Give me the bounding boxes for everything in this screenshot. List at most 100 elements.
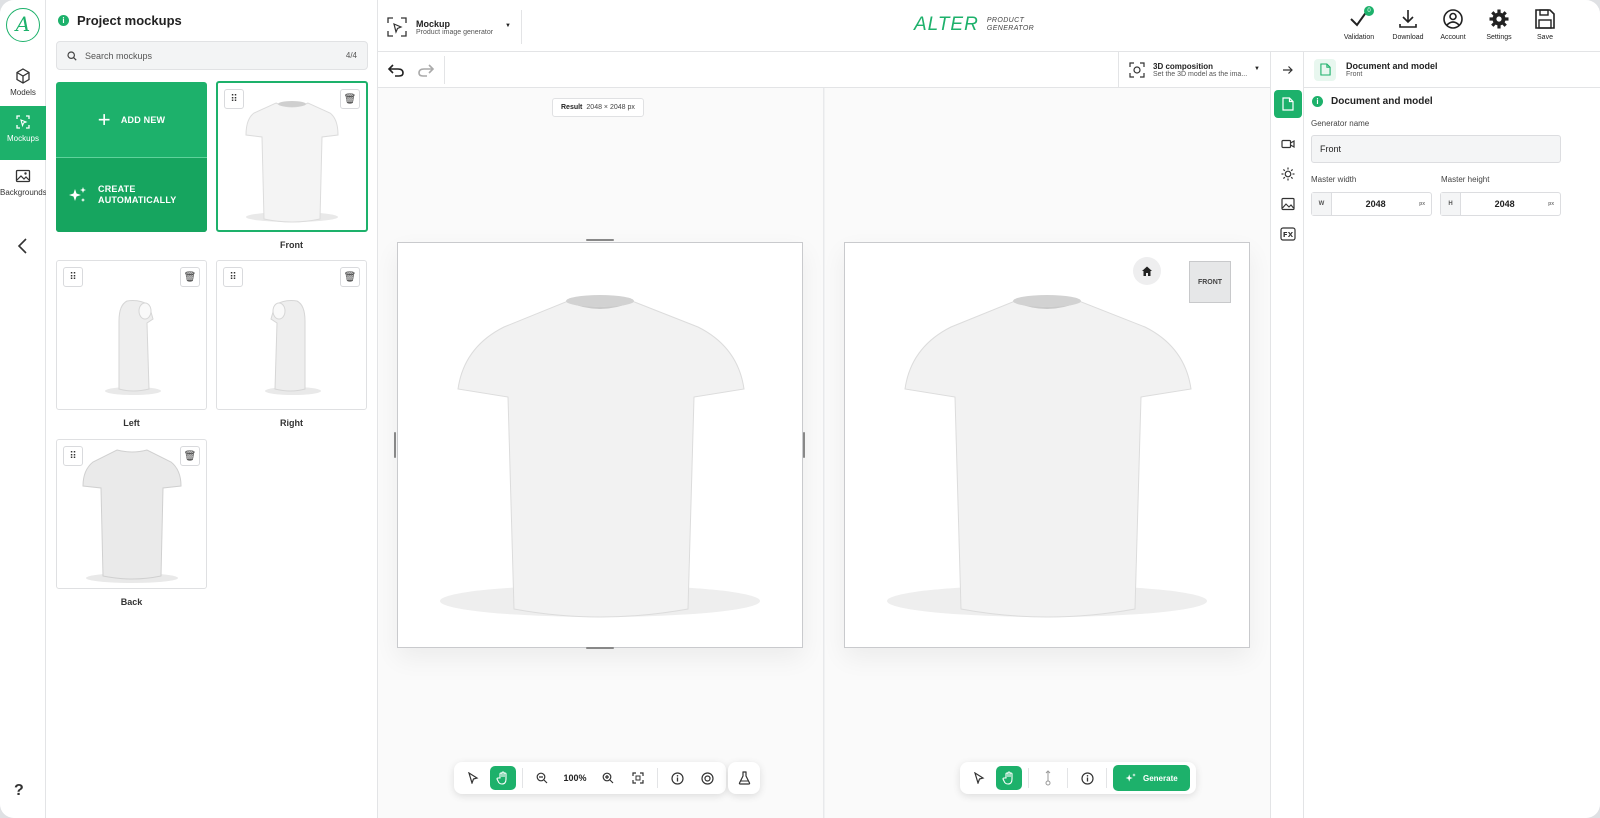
info-icon[interactable]: i [1312, 96, 1323, 107]
download-label: Download [1392, 34, 1424, 41]
3d-document[interactable]: FRONT [844, 242, 1250, 648]
drag-handle-icon[interactable]: ⠿ [223, 267, 243, 287]
video-camera-icon [1281, 139, 1295, 149]
mockup-card-right[interactable]: ⠿ 🗑 [216, 260, 367, 410]
tab-document[interactable] [1274, 90, 1302, 118]
composition-title: 3D composition [1153, 62, 1214, 71]
properties-panel: Document and model Front i Document and … [1304, 52, 1600, 818]
height-value: 2048 [1494, 199, 1515, 209]
add-new-button[interactable]: + ADD NEW [56, 82, 207, 157]
trash-icon[interactable]: 🗑 [340, 89, 360, 109]
home-view-button[interactable] [1133, 257, 1161, 285]
add-mockup-box: + ADD NEW CREATE AUTOMATICALLY [56, 82, 207, 232]
properties-header-subtitle: Front [1346, 71, 1363, 78]
mockup-card-left[interactable]: ⠿ 🗑 [56, 260, 207, 410]
drag-handle-icon[interactable]: ⠿ [63, 446, 83, 466]
info-button[interactable] [1074, 766, 1100, 790]
chevron-left-icon[interactable] [13, 236, 33, 256]
collapse-panel-button[interactable] [1274, 56, 1302, 84]
tab-lighting[interactable] [1274, 160, 1302, 188]
rail-item-mockups[interactable]: Mockups [0, 106, 46, 160]
generator-select[interactable]: Mockup Product image generator ▼ [386, 10, 522, 44]
info-icon[interactable]: i [58, 15, 69, 26]
save-button[interactable]: Save [1522, 8, 1568, 41]
hand-icon [1002, 771, 1013, 785]
mockup-icon [16, 115, 30, 129]
lab-button[interactable] [728, 762, 760, 794]
rail-item-label: Models [10, 88, 36, 97]
trash-icon[interactable]: 🗑 [340, 267, 360, 287]
resize-handle-bottom[interactable] [586, 647, 614, 649]
trash-icon[interactable]: 🗑 [180, 446, 200, 466]
drag-handle-icon[interactable]: ⠿ [63, 267, 83, 287]
save-icon [1535, 9, 1555, 29]
mockup-label-back: Back [120, 597, 143, 607]
save-label: Save [1537, 34, 1553, 41]
mockup-card-front[interactable]: ⠿ 🗑 [216, 81, 368, 232]
undo-icon[interactable] [386, 60, 406, 80]
result-document[interactable] [397, 242, 803, 648]
download-button[interactable]: Download [1385, 8, 1431, 41]
fit-view-button[interactable] [625, 766, 651, 790]
arrow-right-icon [1283, 66, 1293, 74]
axis-button[interactable] [1035, 766, 1061, 790]
3d-viewport[interactable]: FRONT [825, 88, 1270, 818]
master-width-label: Master width [1311, 175, 1357, 184]
info-button[interactable] [664, 766, 690, 790]
create-automatically-button[interactable]: CREATE AUTOMATICALLY [56, 157, 207, 232]
flask-icon [738, 771, 750, 785]
mockup-label-right: Right [280, 418, 303, 428]
toolbar-separator [657, 768, 658, 788]
view-cube[interactable]: FRONT [1189, 261, 1231, 303]
plus-icon: + [97, 106, 111, 132]
height-prefix: H [1441, 193, 1461, 215]
pan-tool-button[interactable] [490, 766, 516, 790]
orbit-tool-button[interactable] [996, 766, 1022, 790]
tab-background[interactable] [1274, 190, 1302, 218]
account-label: Account [1440, 34, 1466, 41]
settings-button[interactable]: Settings [1476, 8, 1522, 41]
help-icon[interactable]: ? [14, 782, 24, 800]
trash-icon[interactable]: 🗑 [180, 267, 200, 287]
rail-item-backgrounds[interactable]: Backgrounds [0, 160, 47, 214]
composition-select[interactable]: 3D composition Set the 3D model as the i… [1118, 52, 1268, 88]
generate-button[interactable]: Generate [1113, 765, 1190, 791]
account-icon [1443, 9, 1463, 29]
app-logo[interactable]: A [6, 8, 40, 42]
toolbar-separator [522, 768, 523, 788]
mockup-label-left: Left [123, 418, 140, 428]
master-height-input[interactable]: H 2048 px [1440, 192, 1561, 216]
pointer-icon [468, 772, 479, 784]
zoom-in-button[interactable] [595, 766, 621, 790]
result-viewport[interactable]: Result 2048 × 2048 px [378, 88, 824, 818]
target-button[interactable] [694, 766, 720, 790]
tab-camera[interactable] [1274, 130, 1302, 158]
validation-button[interactable]: 0 Validation [1336, 6, 1382, 41]
tab-effects[interactable]: FX [1274, 220, 1302, 248]
cube-icon [16, 68, 30, 84]
sparkle-icon [69, 187, 86, 202]
toolbar-separator [1067, 768, 1068, 788]
redo-icon[interactable] [416, 60, 436, 80]
validation-label: Validation [1343, 34, 1375, 41]
mockup-card-back[interactable]: ⠿ 🗑 [56, 439, 207, 589]
section-title-text: Document and model [1331, 96, 1433, 107]
search-mockups-field[interactable]: Search mockups 4/4 [56, 41, 368, 70]
select-tool-button[interactable] [460, 766, 486, 790]
search-input[interactable]: Search mockups [85, 51, 346, 61]
drag-handle-icon[interactable]: ⠿ [224, 89, 244, 109]
generator-name-input[interactable]: Front [1311, 135, 1561, 163]
info-circle-icon [1080, 771, 1094, 785]
resize-handle-top[interactable] [586, 239, 614, 241]
zoom-out-button[interactable] [529, 766, 555, 790]
resize-handle-right[interactable] [803, 432, 805, 458]
brand-sub-line2: GENERATOR [986, 25, 1035, 32]
account-button[interactable]: Account [1430, 8, 1476, 41]
mockups-panel: i Project mockups Search mockups 4/4 + A… [46, 0, 378, 818]
width-unit: px [1419, 201, 1425, 207]
master-width-input[interactable]: W 2048 px [1311, 192, 1432, 216]
resize-handle-left[interactable] [394, 432, 396, 458]
select-tool-button[interactable] [966, 766, 992, 790]
panel-title: i Project mockups [58, 13, 182, 28]
app-window: A Models Mockups Backgrounds ? i Project… [0, 0, 1600, 818]
